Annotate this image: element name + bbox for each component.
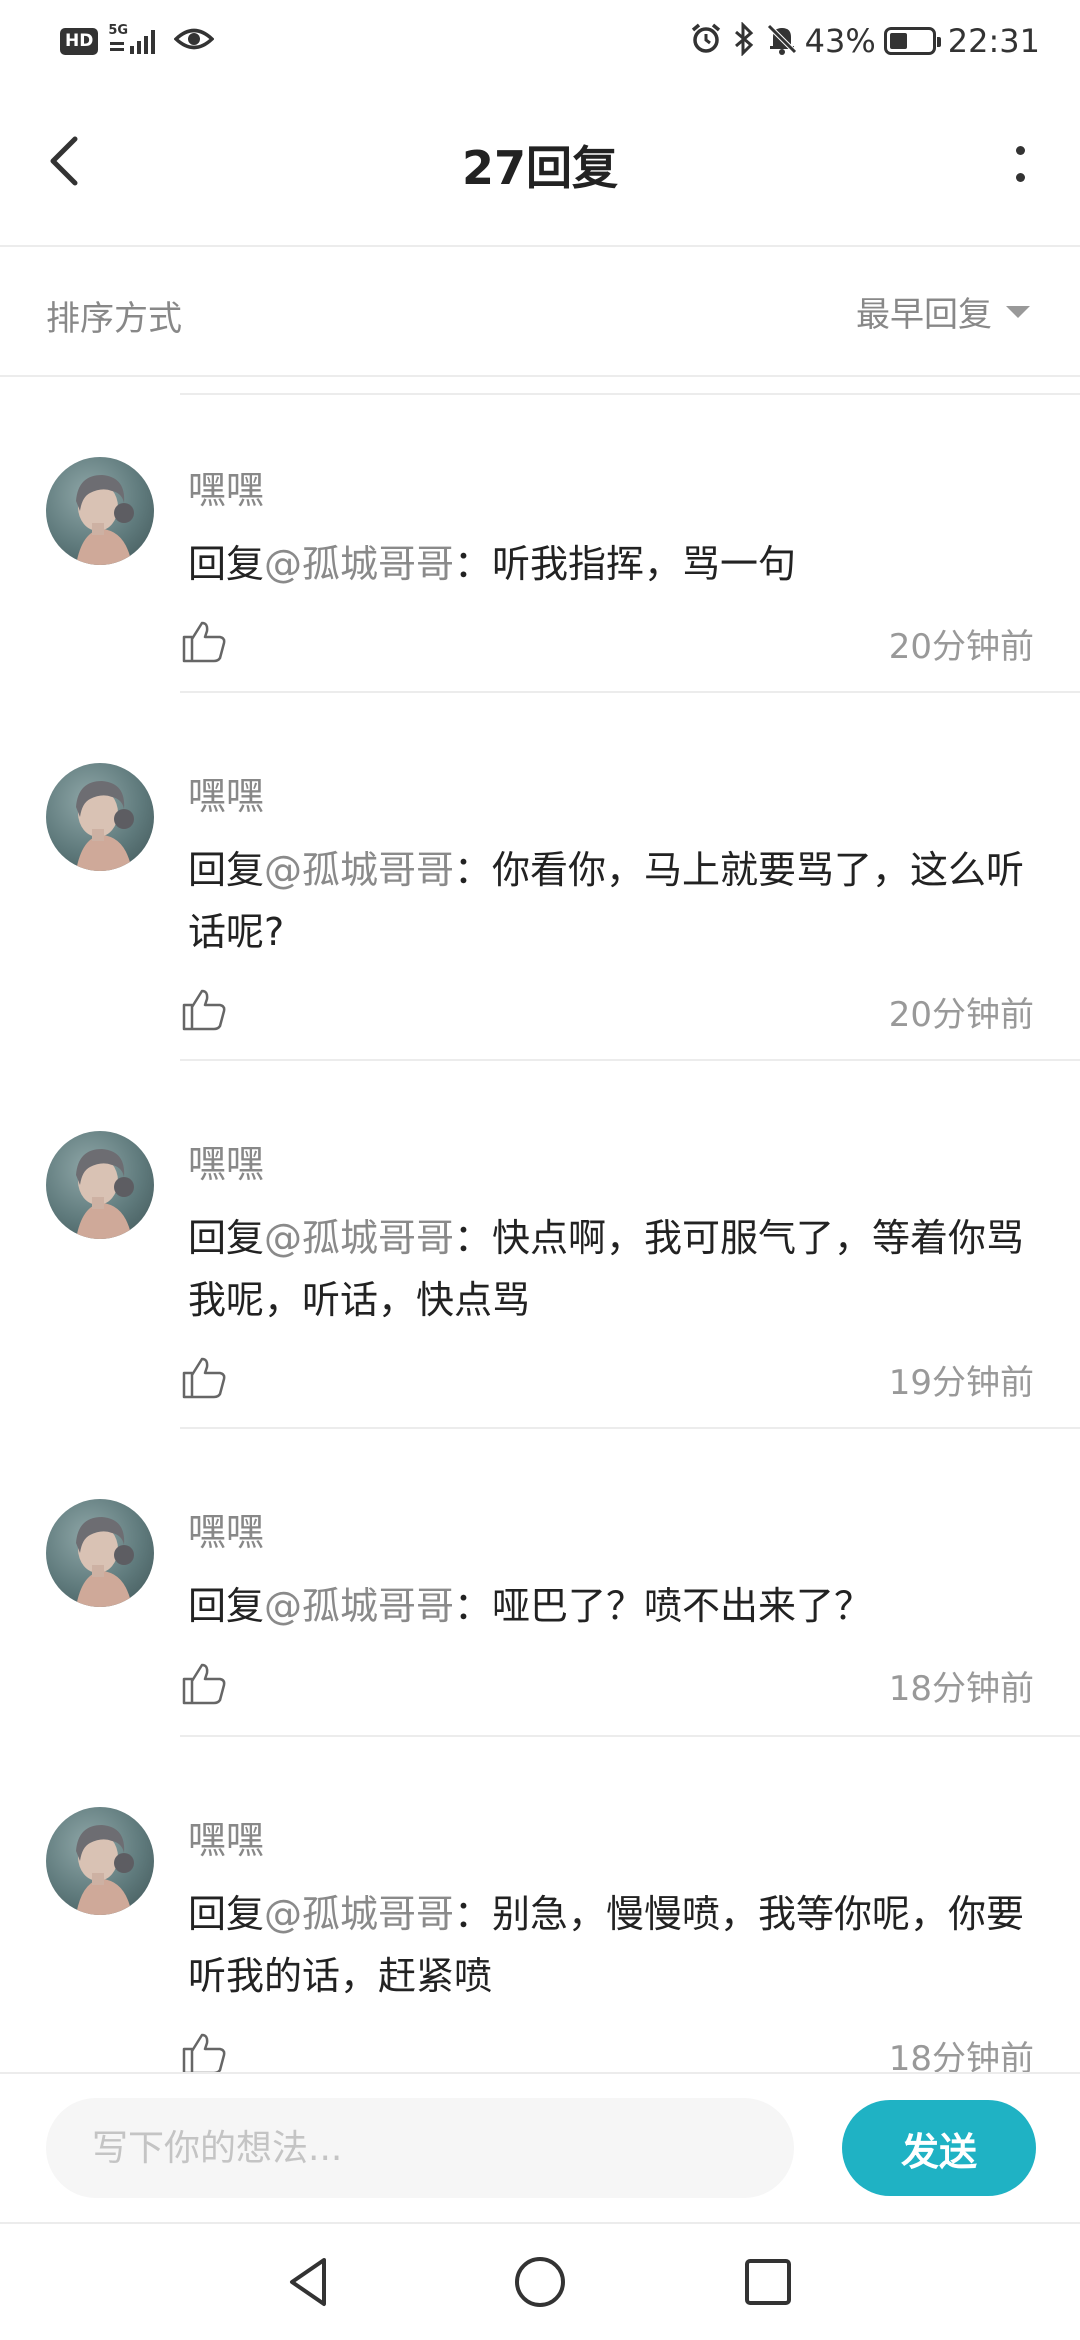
send-button[interactable]: 发送 [842, 2100, 1036, 2196]
sort-label: 排序方式 [46, 299, 182, 339]
sort-bar: 排序方式 最早回复 [0, 247, 1080, 377]
reply-time: 18分钟前 [888, 1669, 1034, 1709]
mention-link[interactable]: @孤城哥哥 [264, 848, 454, 892]
like-button[interactable] [180, 617, 228, 665]
network-type: 5G [108, 23, 129, 38]
mention-link[interactable]: @孤城哥哥 [264, 1584, 454, 1628]
mention-link[interactable]: @孤城哥哥 [264, 1892, 454, 1936]
reply-body: ：听我指挥，骂一句 [454, 542, 797, 586]
clock: 22:31 [947, 22, 1040, 60]
reply-author[interactable]: 嘿嘿 [188, 459, 264, 514]
avatar[interactable] [46, 1131, 154, 1239]
reply-prefix: 回复 [188, 1892, 265, 1936]
reply-input-bar: 发送 [0, 2072, 1080, 2224]
status-left: HD 5G [60, 20, 215, 62]
avatar[interactable] [46, 1499, 154, 1607]
like-button[interactable] [180, 2029, 228, 2072]
battery-percent: 43% [804, 22, 876, 60]
reply-time: 19分钟前 [888, 1363, 1034, 1403]
reply-prefix: 回复 [188, 1216, 265, 1260]
reply-author[interactable]: 嘿嘿 [188, 1133, 264, 1188]
divider [180, 691, 1080, 693]
reply-item: 嘿嘿 回复@孤城哥哥：你看你，马上就要骂了，这么听话呢? 20分钟前 [0, 763, 1080, 1053]
divider [180, 1059, 1080, 1061]
divider [180, 393, 1080, 395]
reply-prefix: 回复 [188, 1584, 265, 1628]
reply-author[interactable]: 嘿嘿 [188, 765, 264, 820]
like-button[interactable] [180, 1353, 228, 1401]
nav-recents-button[interactable] [738, 2252, 798, 2312]
reply-time: 20分钟前 [888, 627, 1034, 667]
caret-down-icon [1006, 305, 1030, 318]
thumbs-up-icon [182, 1357, 226, 1399]
divider [180, 1735, 1080, 1737]
like-button[interactable] [180, 1659, 228, 1707]
reply-item: 嘿嘿 回复@孤城哥哥：哑巴了？喷不出来了？ 18分钟前 [0, 1499, 1080, 1729]
avatar[interactable] [46, 763, 154, 871]
nav-home-icon [515, 2257, 565, 2307]
reply-time: 20分钟前 [888, 995, 1034, 1035]
more-button[interactable] [1000, 136, 1040, 192]
signal-icon: 5G [108, 24, 164, 58]
thumbs-up-icon [182, 1663, 226, 1705]
reply-text: 回复@孤城哥哥：快点啊，我可服气了，等着你骂我呢，听话，快点骂 [188, 1207, 1038, 1331]
bluetooth-icon [733, 21, 755, 60]
sort-value: 最早回复 [856, 295, 992, 335]
reply-input[interactable] [46, 2098, 794, 2198]
reply-item: 嘿嘿 回复@孤城哥哥：别急，慢慢喷，我等你呢，你要听我的话，赶紧喷 18分钟前 [0, 1807, 1080, 2072]
reply-body: ：哑巴了？喷不出来了？ [454, 1584, 873, 1628]
reply-text: 回复@孤城哥哥：听我指挥，骂一句 [188, 533, 1038, 595]
status-bar: HD 5G 43% 22:31 [0, 0, 1080, 82]
mention-link[interactable]: @孤城哥哥 [264, 1216, 454, 1260]
reply-author[interactable]: 嘿嘿 [188, 1501, 264, 1556]
reply-text: 回复@孤城哥哥：哑巴了？喷不出来了？ [188, 1575, 1038, 1637]
mute-bell-icon [765, 22, 799, 60]
system-nav-bar [0, 2224, 1080, 2340]
eye-icon [173, 24, 215, 58]
like-button[interactable] [180, 985, 228, 1033]
battery-icon [883, 27, 941, 55]
reply-prefix: 回复 [188, 542, 265, 586]
battery-fill [889, 33, 907, 49]
hd-badge: HD [60, 27, 99, 55]
reply-list[interactable]: 嘿嘿 回复@孤城哥哥：听我指挥，骂一句 20分钟前 嘿嘿 回复@孤城哥哥：你看你… [0, 377, 1080, 2072]
nav-back-icon [290, 2258, 326, 2306]
divider [180, 1427, 1080, 1429]
reply-text: 回复@孤城哥哥：你看你，马上就要骂了，这么听话呢? [188, 839, 1038, 963]
reply-item: 嘿嘿 回复@孤城哥哥：快点啊，我可服气了，等着你骂我呢，听话，快点骂 19分钟前 [0, 1131, 1080, 1421]
avatar[interactable] [46, 1807, 154, 1915]
reply-author[interactable]: 嘿嘿 [188, 1809, 264, 1864]
reply-item: 嘿嘿 回复@孤城哥哥：听我指挥，骂一句 20分钟前 [0, 457, 1080, 687]
avatar[interactable] [46, 457, 154, 565]
status-right: 43% 22:31 [689, 18, 1040, 64]
page-title: 27回复 [461, 141, 618, 195]
reply-prefix: 回复 [188, 848, 265, 892]
reply-time: 18分钟前 [888, 2039, 1034, 2072]
more-dot [1015, 173, 1025, 182]
reply-text: 回复@孤城哥哥：别急，慢慢喷，我等你呢，你要听我的话，赶紧喷 [188, 1883, 1038, 2007]
sort-dropdown[interactable]: 最早回复 [856, 287, 1030, 336]
mention-link[interactable]: @孤城哥哥 [264, 542, 454, 586]
alarm-icon [689, 22, 723, 60]
thumbs-up-icon [182, 989, 226, 1031]
nav-back-button[interactable] [278, 2252, 338, 2312]
nav-recents-icon [745, 2259, 791, 2305]
thumbs-up-icon [182, 2033, 226, 2072]
header: 27回复 [0, 82, 1080, 247]
nav-home-button[interactable] [510, 2252, 570, 2312]
more-vertical-icon [1015, 146, 1025, 155]
thumbs-up-icon [182, 621, 226, 663]
